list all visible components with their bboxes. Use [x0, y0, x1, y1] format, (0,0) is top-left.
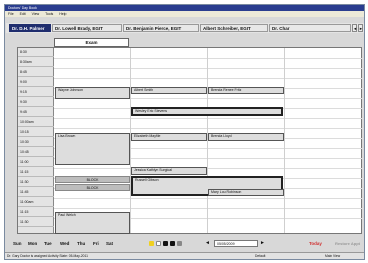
appointment-wesley-eric-stevens[interactable]: Wesley Eric Stevens	[131, 107, 283, 116]
row-divider	[54, 68, 363, 69]
status-bar: Dr. Gary Doctor is assigned Activity Sla…	[5, 252, 364, 259]
date-field[interactable]: 05/05/2009	[214, 240, 258, 247]
time-slot: 11:45	[18, 188, 54, 197]
black-color-icon[interactable]	[170, 241, 175, 246]
time-slot: 8:30	[18, 48, 54, 57]
column-divider	[284, 48, 285, 233]
time-slot: 9:15	[18, 88, 54, 97]
restore-appt-button[interactable]: Restore Appt	[335, 239, 360, 248]
status-message: Dr. Gary Doctor is assigned Activity Sla…	[7, 254, 88, 258]
menu-help[interactable]: Help	[59, 12, 66, 16]
day-sat-button[interactable]: Sat	[106, 239, 113, 248]
time-slot: 10:30	[18, 138, 54, 147]
appointment-paul-welch[interactable]: Paul Welch	[55, 212, 130, 234]
appointment-jessica-kathlyn[interactable]: Jessica Kathlyn Surgical	[131, 167, 207, 175]
day-fri-button[interactable]: Fri	[93, 239, 99, 248]
time-slot: 8:45	[18, 68, 54, 77]
appointment-mary-lou-robinson[interactable]: Mary Lou Robinson	[208, 189, 284, 196]
black-color-icon[interactable]	[163, 241, 168, 246]
day-wed-button[interactable]: Wed	[60, 239, 69, 248]
day-mon-button[interactable]: Mon	[28, 239, 37, 248]
day-sun-button[interactable]: Sun	[13, 239, 22, 248]
prev-date-icon[interactable]: ◄	[205, 240, 210, 247]
row-divider	[54, 168, 363, 169]
menu-tools[interactable]: Tools	[45, 12, 53, 16]
appointment-albert-smith[interactable]: Albert Smith	[131, 87, 207, 94]
time-slot: 11:00am	[18, 198, 54, 207]
appointment-brenda-renee-fritz[interactable]: Brenda Renee Fritz	[208, 87, 284, 94]
time-slot: 8:30am	[18, 58, 54, 67]
white-color-icon[interactable]	[156, 241, 161, 246]
time-column: 8:30 8:30am 8:45 9:00 9:15 9:30 9:45 10:…	[18, 48, 54, 233]
next-date-icon[interactable]: ►	[260, 240, 265, 247]
today-button[interactable]: Today	[309, 239, 322, 248]
row-divider	[54, 198, 363, 199]
exam-column-header: Exam	[54, 38, 129, 47]
appointment-wayne-johnson[interactable]: Wayne Johnson	[55, 87, 130, 99]
menu-view[interactable]: View	[32, 12, 40, 16]
time-slot: 11:15	[18, 208, 54, 217]
blocked-slot[interactable]: BLOCK	[55, 184, 130, 191]
time-slot: 9:45	[18, 108, 54, 117]
appointment-lisa-brown[interactable]: Lisa Brown	[55, 133, 130, 165]
row-divider	[54, 58, 363, 59]
provider-tab-bar: Dr. D.H. Palmer Dr. Lowell Brady, EGIT D…	[6, 23, 364, 33]
blocked-slot[interactable]: BLOCK	[55, 176, 130, 183]
day-toolbar: Sun Mon Tue Wed Thu Fri Sat ◄ 05/05/2009…	[9, 239, 365, 248]
time-slot: 9:30	[18, 98, 54, 107]
time-slot: 11:00	[18, 158, 54, 167]
menu-bar: File Edit View Tools Help	[5, 11, 364, 17]
row-divider	[54, 78, 363, 79]
tab-provider-1[interactable]: Dr. D.H. Palmer	[9, 24, 51, 32]
time-slot: 11:30	[18, 178, 54, 187]
row-divider	[54, 118, 363, 119]
schedule-grid: 8:30 8:30am 8:45 9:00 9:15 9:30 9:45 10:…	[17, 47, 363, 234]
tab-provider-3[interactable]: Dr. Benjamin Pierce, EGIT	[123, 24, 199, 32]
menu-file[interactable]: File	[8, 12, 14, 16]
row-divider	[54, 208, 363, 209]
time-slot: 11:30	[18, 218, 54, 227]
tab-prev-icon[interactable]: ◄	[352, 24, 357, 32]
tab-provider-4[interactable]: Albert Schreiber, EGIT	[200, 24, 268, 32]
tab-provider-5[interactable]: Dr. Char	[269, 24, 351, 32]
app-window: Doctors' Day Book File Edit View Tools H…	[4, 4, 365, 260]
day-thu-button[interactable]: Thu	[77, 239, 85, 248]
time-slot: 10:45	[18, 148, 54, 157]
time-slot: 9:00	[18, 78, 54, 87]
appointment-elizabeth-mayfile[interactable]: Elizabeth Mayfile	[131, 133, 207, 141]
day-tue-button[interactable]: Tue	[44, 239, 52, 248]
status-view: Main View	[325, 254, 341, 258]
row-divider	[54, 128, 363, 129]
appointment-brenda-lloyd[interactable]: Brenda Lloyd	[208, 133, 284, 141]
gray-color-icon[interactable]	[177, 241, 182, 246]
tab-next-icon[interactable]: ►	[358, 24, 363, 32]
yellow-color-icon[interactable]	[149, 241, 154, 246]
time-slot: 10:15	[18, 128, 54, 137]
menu-edit[interactable]: Edit	[20, 12, 26, 16]
time-slot: 10:00am	[18, 118, 54, 127]
tab-provider-2[interactable]: Dr. Lowell Brady, EGIT	[52, 24, 122, 32]
status-mode: Default	[255, 254, 266, 258]
time-slot: 11:15	[18, 168, 54, 177]
